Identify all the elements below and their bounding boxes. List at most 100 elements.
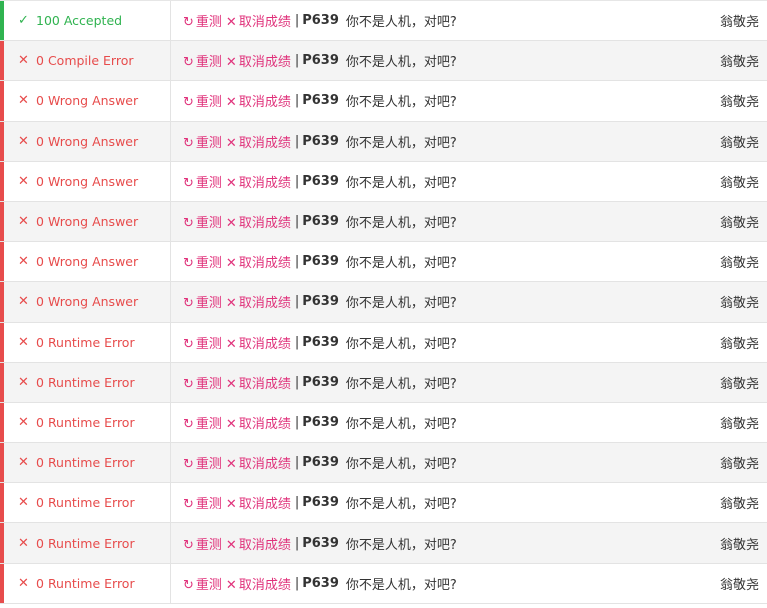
cancel-score-button[interactable]: ✕ 取消成绩 — [226, 91, 291, 110]
status-cell[interactable]: ✕ 0 Runtime Error — [0, 402, 171, 443]
user-name[interactable]: 翁敬尧 — [679, 292, 767, 311]
problem-title-link[interactable]: 你不是人机，对吧? — [346, 132, 457, 151]
problem-title-link[interactable]: 你不是人机，对吧? — [346, 11, 457, 30]
problem-title-link[interactable]: 你不是人机，对吧? — [346, 413, 457, 432]
problem-title-link[interactable]: 你不是人机，对吧? — [346, 252, 457, 271]
redo-icon: ↻ — [183, 216, 194, 232]
problem-id-link[interactable]: P639 — [302, 254, 339, 269]
separator: | — [294, 214, 300, 230]
rejudge-button[interactable]: ↻ 重测 — [183, 453, 222, 472]
status-cell[interactable]: ✕ 0 Wrong Answer — [0, 201, 171, 242]
cancel-score-button[interactable]: ✕ 取消成绩 — [226, 534, 291, 553]
rejudge-button[interactable]: ↻ 重测 — [183, 413, 222, 432]
problem-id-link[interactable]: P639 — [302, 93, 339, 108]
user-name[interactable]: 翁敬尧 — [679, 493, 767, 512]
rejudge-button[interactable]: ↻ 重测 — [183, 252, 222, 271]
rejudge-button[interactable]: ↻ 重测 — [183, 333, 222, 352]
status-cell[interactable]: ✕ 0 Wrong Answer — [0, 121, 171, 161]
separator: | — [294, 53, 300, 69]
user-name[interactable]: 翁敬尧 — [679, 413, 767, 432]
status-cell[interactable]: ✕ 0 Runtime Error — [0, 362, 171, 402]
status-cell[interactable]: ✕ 0 Runtime Error — [0, 322, 171, 362]
problem-id-link[interactable]: P639 — [302, 214, 339, 229]
problem-id-link[interactable]: P639 — [302, 495, 339, 510]
cancel-score-button[interactable]: ✕ 取消成绩 — [226, 413, 291, 432]
status-cell[interactable]: ✕ 0 Wrong Answer — [0, 161, 171, 201]
user-name[interactable]: 翁敬尧 — [679, 333, 767, 352]
cancel-score-button[interactable]: ✕ 取消成绩 — [226, 51, 291, 70]
score: 0 — [36, 334, 44, 350]
problem-title-link[interactable]: 你不是人机，对吧? — [346, 212, 457, 231]
cancel-score-button[interactable]: ✕ 取消成绩 — [226, 453, 291, 472]
rejudge-button[interactable]: ↻ 重测 — [183, 493, 222, 512]
status-cell[interactable]: ✓ 100 Accepted — [0, 1, 171, 41]
rejudge-button[interactable]: ↻ 重测 — [183, 51, 222, 70]
user-name[interactable]: 翁敬尧 — [679, 373, 767, 392]
status-cell[interactable]: ✕ 0 Runtime Error — [0, 563, 171, 603]
problem-id-link[interactable]: P639 — [302, 415, 339, 430]
rejudge-button[interactable]: ↻ 重测 — [183, 534, 222, 553]
rejudge-button[interactable]: ↻ 重测 — [183, 212, 222, 231]
user-name[interactable]: 翁敬尧 — [679, 172, 767, 191]
problem-id-link[interactable]: P639 — [302, 174, 339, 189]
problem-id-link[interactable]: P639 — [302, 13, 339, 28]
cancel-score-button[interactable]: ✕ 取消成绩 — [226, 493, 291, 512]
status-cell[interactable]: ✕ 0 Compile Error — [0, 41, 171, 81]
user-name[interactable]: 翁敬尧 — [679, 534, 767, 553]
cancel-score-button[interactable]: ✕ 取消成绩 — [226, 574, 291, 593]
status-text: Wrong Answer — [47, 294, 139, 310]
cancel-score-button[interactable]: ✕ 取消成绩 — [226, 292, 291, 311]
cancel-score-button[interactable]: ✕ 取消成绩 — [226, 252, 291, 271]
status-cell[interactable]: ✕ 0 Runtime Error — [0, 483, 171, 523]
cancel-score-button[interactable]: ✕ 取消成绩 — [226, 172, 291, 191]
problem-id-link[interactable]: P639 — [302, 375, 339, 390]
user-name[interactable]: 翁敬尧 — [679, 212, 767, 231]
problem-title-link[interactable]: 你不是人机，对吧? — [346, 453, 457, 472]
rejudge-button[interactable]: ↻ 重测 — [183, 132, 222, 151]
problem-title-link[interactable]: 你不是人机，对吧? — [346, 493, 457, 512]
status-cell[interactable]: ✕ 0 Wrong Answer — [0, 282, 171, 322]
cancel-score-button[interactable]: ✕ 取消成绩 — [226, 11, 291, 30]
cancel-score-button[interactable]: ✕ 取消成绩 — [226, 373, 291, 392]
rejudge-button[interactable]: ↻ 重测 — [183, 574, 222, 593]
user-name[interactable]: 翁敬尧 — [679, 11, 767, 30]
problem-title-link[interactable]: 你不是人机，对吧? — [346, 534, 457, 553]
user-name[interactable]: 翁敬尧 — [679, 453, 767, 472]
user-name[interactable]: 翁敬尧 — [679, 51, 767, 70]
cancel-score-button[interactable]: ✕ 取消成绩 — [226, 212, 291, 231]
rejudge-button[interactable]: ↻ 重测 — [183, 91, 222, 110]
problem-title-link[interactable]: 你不是人机，对吧? — [346, 172, 457, 191]
problem-id-link[interactable]: P639 — [302, 455, 339, 470]
problem-id-link[interactable]: P639 — [302, 53, 339, 68]
status-cell[interactable]: ✕ 0 Runtime Error — [0, 443, 171, 483]
user-name[interactable]: 翁敬尧 — [679, 132, 767, 151]
problem-id-link[interactable]: P639 — [302, 294, 339, 309]
user-name[interactable]: 翁敬尧 — [679, 574, 767, 593]
problem-id-link[interactable]: P639 — [302, 134, 339, 149]
user-name[interactable]: 翁敬尧 — [679, 252, 767, 271]
problem-id-link[interactable]: P639 — [302, 576, 339, 591]
problem-title-link[interactable]: 你不是人机，对吧? — [346, 574, 457, 593]
user-name[interactable]: 翁敬尧 — [679, 91, 767, 110]
rejudge-button[interactable]: ↻ 重测 — [183, 172, 222, 191]
submission-row: ✕ 0 Wrong Answer ↻ 重测 ✕ 取消成绩 | P639 你不是人机，… — [0, 282, 767, 323]
submission-row: ✕ 0 Wrong Answer ↻ 重测 ✕ 取消成绩 | P639 你不是人机，… — [0, 161, 767, 202]
rejudge-button[interactable]: ↻ 重测 — [183, 11, 222, 30]
problem-id-link[interactable]: P639 — [302, 536, 339, 551]
score: 0 — [36, 575, 44, 591]
problem-title-link[interactable]: 你不是人机，对吧? — [346, 91, 457, 110]
cancel-score-button[interactable]: ✕ 取消成绩 — [226, 333, 291, 352]
status-cell[interactable]: ✕ 0 Runtime Error — [0, 523, 171, 563]
status-cell[interactable]: ✕ 0 Wrong Answer — [0, 81, 171, 121]
rejudge-button[interactable]: ↻ 重测 — [183, 373, 222, 392]
problem-title-link[interactable]: 你不是人机，对吧? — [346, 333, 457, 352]
submission-row: ✕ 0 Runtime Error ↻ 重测 ✕ 取消成绩 | P639 你不是人机… — [0, 483, 767, 524]
rejudge-button[interactable]: ↻ 重测 — [183, 292, 222, 311]
status-cell[interactable]: ✕ 0 Wrong Answer — [0, 242, 171, 282]
cancel-score-button[interactable]: ✕ 取消成绩 — [226, 132, 291, 151]
problem-title-link[interactable]: 你不是人机，对吧? — [346, 51, 457, 70]
problem-title-link[interactable]: 你不是人机，对吧? — [346, 373, 457, 392]
submission-row: ✕ 0 Wrong Answer ↻ 重测 ✕ 取消成绩 | P639 你不是人机，… — [0, 121, 767, 162]
problem-id-link[interactable]: P639 — [302, 335, 339, 350]
problem-title-link[interactable]: 你不是人机，对吧? — [346, 292, 457, 311]
